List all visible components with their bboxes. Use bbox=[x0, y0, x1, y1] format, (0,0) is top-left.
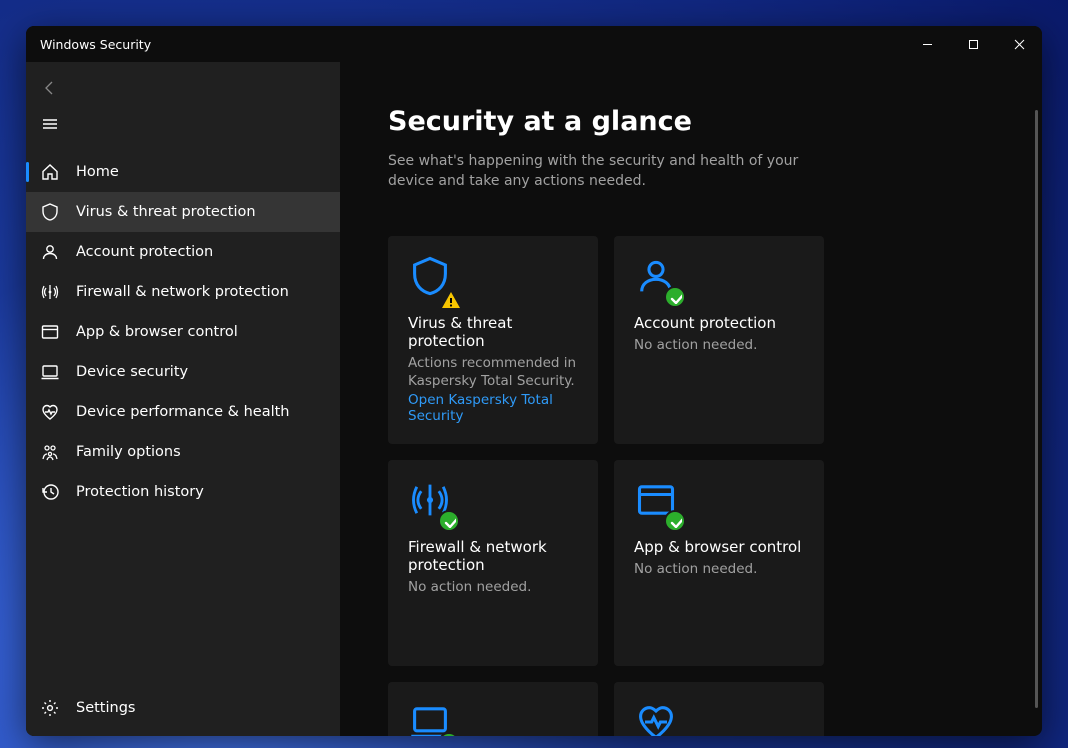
content-area: Security at a glance See what's happenin… bbox=[340, 62, 1042, 736]
sidebar-item-browser[interactable]: App & browser control bbox=[26, 312, 340, 352]
browser-icon bbox=[634, 478, 678, 528]
tile-title: Account protection bbox=[634, 314, 804, 332]
health-icon bbox=[634, 700, 678, 736]
tile-browser[interactable]: App & browser control No action needed. bbox=[614, 460, 824, 666]
sidebar-item-label: Settings bbox=[76, 700, 135, 716]
family-icon bbox=[40, 442, 60, 462]
settings-icon bbox=[40, 698, 60, 718]
sidebar-item-label: Device performance & health bbox=[76, 404, 290, 420]
sidebar-item-label: App & browser control bbox=[76, 324, 238, 340]
titlebar: Windows Security bbox=[26, 26, 1042, 62]
tile-subtitle: No action needed. bbox=[408, 578, 578, 596]
account-icon bbox=[634, 254, 678, 304]
tile-title: Virus & threat protection bbox=[408, 314, 578, 350]
maximize-button[interactable] bbox=[950, 26, 996, 62]
sidebar-item-label: Home bbox=[76, 164, 119, 180]
tile-subtitle: Actions recommended in Kaspersky Total S… bbox=[408, 354, 578, 390]
status-ok-badge bbox=[664, 286, 686, 308]
home-icon bbox=[40, 162, 60, 182]
page-subtitle: See what's happening with the security a… bbox=[388, 151, 818, 192]
device-icon bbox=[40, 362, 60, 382]
account-icon bbox=[40, 242, 60, 262]
tile-subtitle: No action needed. bbox=[634, 560, 804, 578]
sidebar-item-settings[interactable]: Settings bbox=[26, 688, 340, 728]
sidebar-item-label: Account protection bbox=[76, 244, 213, 260]
firewall-icon bbox=[408, 478, 452, 528]
app-window: Windows Security HomeVirus & th bbox=[26, 26, 1042, 736]
tiles-grid: Virus & threat protection Actions recomme… bbox=[388, 236, 994, 736]
sidebar: Home Virus & threat protection Account pro… bbox=[26, 62, 340, 736]
shield-icon bbox=[40, 202, 60, 222]
tile-account[interactable]: Account protection No action needed. bbox=[614, 236, 824, 444]
close-button[interactable] bbox=[996, 26, 1042, 62]
back-button[interactable] bbox=[30, 70, 70, 106]
sidebar-item-home[interactable]: Home bbox=[26, 152, 340, 192]
sidebar-item-label: Firewall & network protection bbox=[76, 284, 289, 300]
browser-icon bbox=[40, 322, 60, 342]
tile-device[interactable] bbox=[388, 682, 598, 736]
sidebar-item-shield[interactable]: Virus & threat protection bbox=[26, 192, 340, 232]
tile-shield[interactable]: Virus & threat protection Actions recomme… bbox=[388, 236, 598, 444]
sidebar-item-label: Family options bbox=[76, 444, 181, 460]
status-warn-badge bbox=[440, 290, 462, 310]
tile-health[interactable] bbox=[614, 682, 824, 736]
nav-list: Home Virus & threat protection Account pro… bbox=[26, 152, 340, 688]
sidebar-item-firewall[interactable]: Firewall & network protection bbox=[26, 272, 340, 312]
sidebar-item-history[interactable]: Protection history bbox=[26, 472, 340, 512]
minimize-button[interactable] bbox=[904, 26, 950, 62]
health-icon bbox=[40, 402, 60, 422]
sidebar-item-label: Protection history bbox=[76, 484, 204, 500]
sidebar-item-label: Device security bbox=[76, 364, 188, 380]
window-controls bbox=[904, 26, 1042, 62]
status-ok-badge bbox=[664, 510, 686, 532]
firewall-icon bbox=[40, 282, 60, 302]
sidebar-item-family[interactable]: Family options bbox=[26, 432, 340, 472]
tile-title: Firewall & network protection bbox=[408, 538, 578, 574]
tile-subtitle: No action needed. bbox=[634, 336, 804, 354]
tile-title: App & browser control bbox=[634, 538, 804, 556]
scrollbar[interactable] bbox=[1035, 110, 1038, 708]
history-icon bbox=[40, 482, 60, 502]
shield-icon bbox=[408, 254, 452, 304]
page-title: Security at a glance bbox=[388, 106, 994, 137]
tile-firewall[interactable]: Firewall & network protection No action n… bbox=[388, 460, 598, 666]
status-ok-badge bbox=[438, 510, 460, 532]
window-title: Windows Security bbox=[40, 37, 151, 52]
device-icon bbox=[408, 700, 452, 736]
menu-button[interactable] bbox=[30, 106, 70, 142]
sidebar-item-health[interactable]: Device performance & health bbox=[26, 392, 340, 432]
sidebar-item-device[interactable]: Device security bbox=[26, 352, 340, 392]
tile-link[interactable]: Open Kaspersky Total Security bbox=[408, 392, 578, 424]
sidebar-item-label: Virus & threat protection bbox=[76, 204, 256, 220]
sidebar-item-account[interactable]: Account protection bbox=[26, 232, 340, 272]
